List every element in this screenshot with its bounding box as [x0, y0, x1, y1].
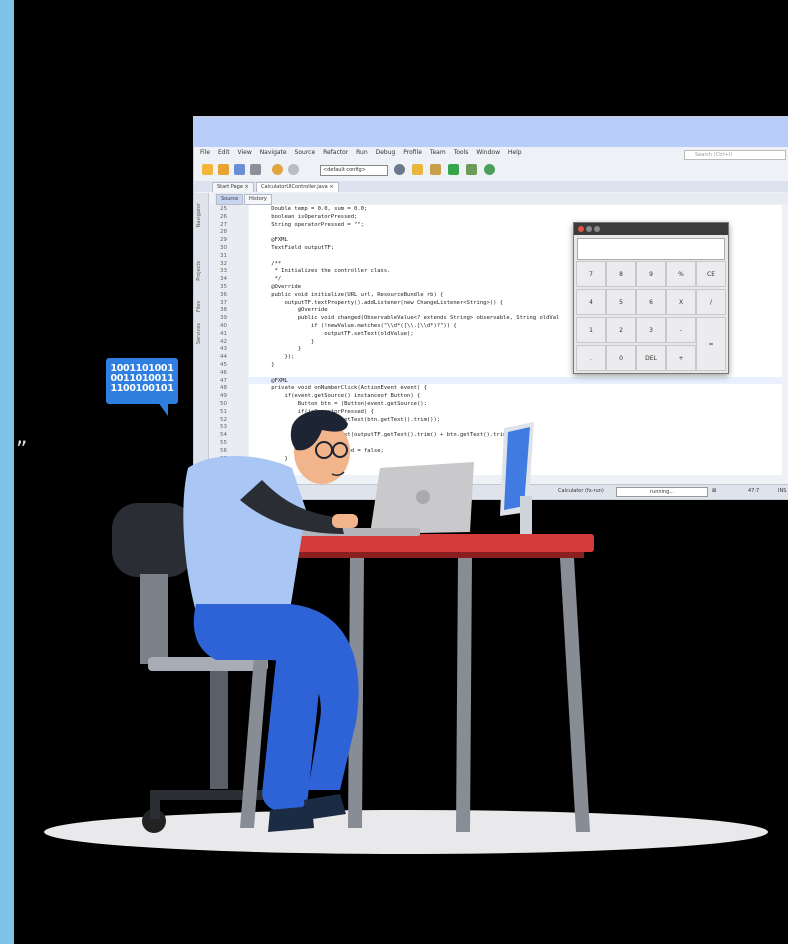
developer-illustration — [44, 409, 768, 854]
binary-speech-bubble: 1001101001 0011010011 1100100101 — [106, 358, 178, 404]
speech-bubble-tail — [158, 402, 168, 416]
binary-line: 1100100101 — [110, 383, 174, 394]
developer-person — [183, 409, 359, 832]
desktop-monitor — [500, 422, 534, 536]
